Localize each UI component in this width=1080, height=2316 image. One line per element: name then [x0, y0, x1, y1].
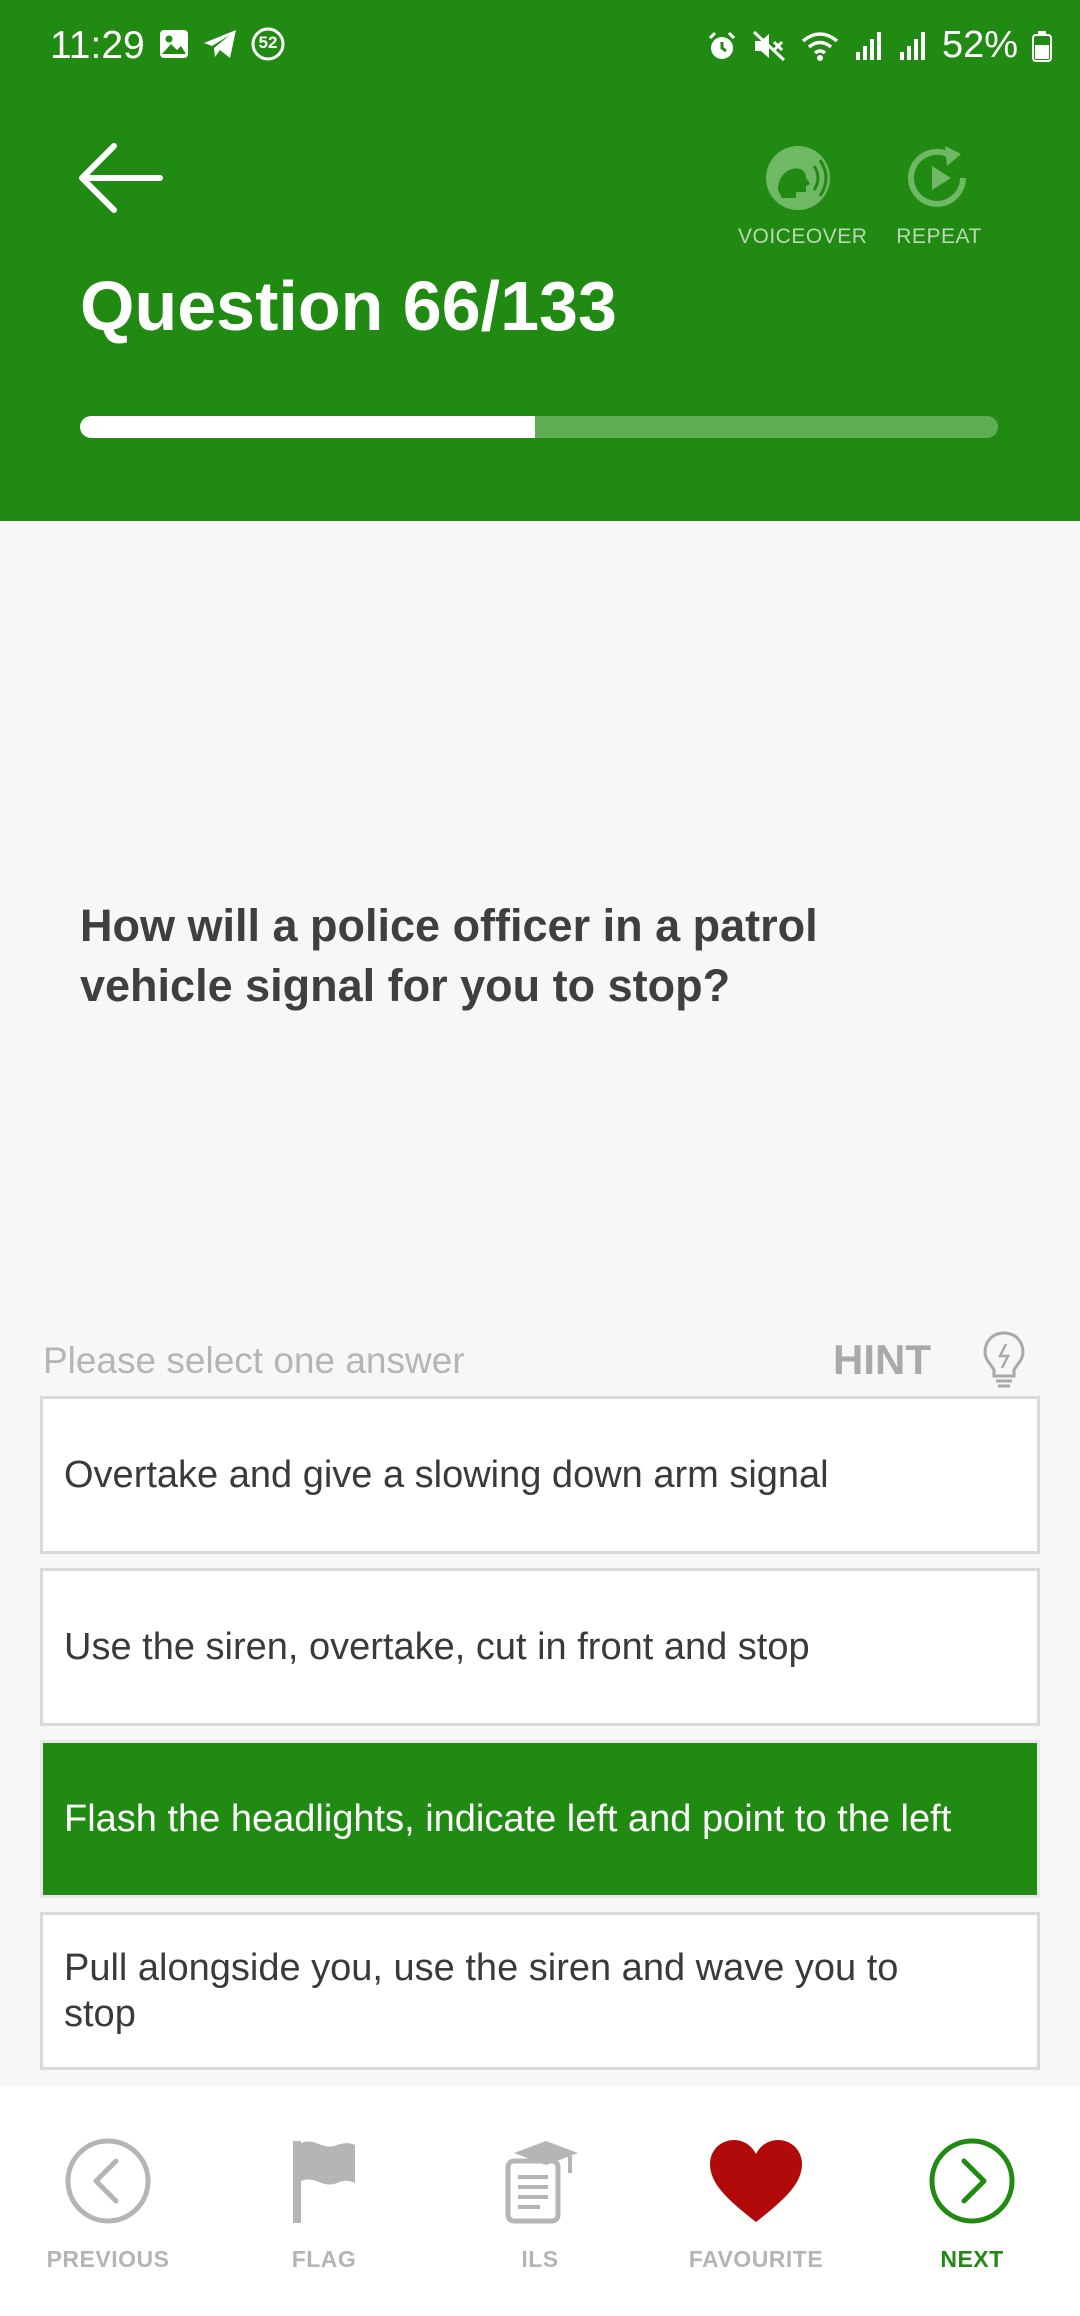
flag-label: FLAG — [291, 2246, 357, 2272]
chevron-right-circle-icon — [928, 2137, 1016, 2225]
status-time: 11:29 — [50, 24, 145, 67]
alarm-icon — [706, 30, 738, 62]
lightbulb-icon[interactable] — [982, 1330, 1026, 1395]
header-bar: 11:29 52 52% VOICEOVER REPEAT Question 6… — [0, 0, 1080, 521]
answer-option-2[interactable]: Use the siren, overtake, cut in front an… — [40, 1568, 1040, 1726]
previous-button[interactable]: PREVIOUS — [8, 2136, 208, 2273]
back-button[interactable] — [78, 140, 168, 220]
status-right-icons: 52% — [706, 24, 1052, 67]
question-text: How will a police officer in a patrol ve… — [80, 900, 818, 1011]
answer-option-text: Flash the headlights, indicate left and … — [64, 1798, 952, 1840]
favourite-label: FAVOURITE — [688, 2246, 824, 2272]
signal-icon-1 — [854, 30, 884, 62]
next-label: NEXT — [940, 2246, 1004, 2272]
repeat-label: REPEAT — [896, 225, 982, 248]
voiceover-label: VOICEOVER — [738, 225, 868, 248]
answer-option-1[interactable]: Overtake and give a slowing down arm sig… — [40, 1396, 1040, 1554]
progress-bar — [80, 416, 998, 438]
study-notes-icon — [500, 2137, 580, 2225]
flag-button[interactable]: FLAG — [224, 2136, 424, 2273]
voiceover-icon — [764, 144, 832, 212]
answer-option-text: Pull alongside you, use the siren and wa… — [64, 1947, 899, 2035]
answer-option-4[interactable]: Pull alongside you, use the siren and wa… — [40, 1912, 1040, 2070]
next-button[interactable]: NEXT — [872, 2136, 1072, 2273]
gallery-icon — [158, 28, 190, 60]
heart-icon — [708, 2138, 804, 2224]
ils-label: ILS — [521, 2246, 559, 2272]
answer-option-text: Overtake and give a slowing down arm sig… — [64, 1454, 829, 1496]
flag-icon — [289, 2137, 359, 2225]
answer-option-3[interactable]: Flash the headlights, indicate left and … — [40, 1740, 1040, 1898]
hint-button[interactable]: HINT — [833, 1336, 931, 1384]
status-bar: 11:29 52 52% — [0, 0, 1080, 96]
previous-label: PREVIOUS — [46, 2246, 170, 2272]
answer-list: Overtake and give a slowing down arm sig… — [40, 1396, 1040, 2084]
wifi-icon — [800, 30, 840, 62]
bottom-navigation: PREVIOUS FLAG ILS FAVOURITE NEXT — [0, 2086, 1080, 2316]
notification-icons: 52 — [158, 26, 286, 62]
progress-fill — [80, 416, 536, 438]
notification-count-badge: 52 — [250, 26, 286, 62]
answer-option-text: Use the siren, overtake, cut in front an… — [64, 1626, 810, 1668]
replay-icon — [905, 144, 973, 212]
favourite-button[interactable]: FAVOURITE — [656, 2136, 856, 2273]
answer-instruction: Please select one answer — [43, 1340, 465, 1381]
repeat-button[interactable]: REPEAT — [879, 144, 999, 249]
arrow-left-icon — [78, 140, 168, 216]
battery-icon — [1032, 30, 1052, 62]
chevron-left-circle-icon — [64, 2137, 152, 2225]
signal-icon-2 — [898, 30, 928, 62]
voiceover-button[interactable]: VOICEOVER — [738, 144, 868, 249]
mute-icon — [752, 30, 786, 62]
ils-button[interactable]: ILS — [440, 2136, 640, 2273]
battery-percent: 52% — [941, 24, 1018, 66]
telegram-icon — [202, 28, 238, 60]
notification-count: 52 — [258, 33, 278, 52]
page-title: Question 66/133 — [80, 267, 617, 345]
